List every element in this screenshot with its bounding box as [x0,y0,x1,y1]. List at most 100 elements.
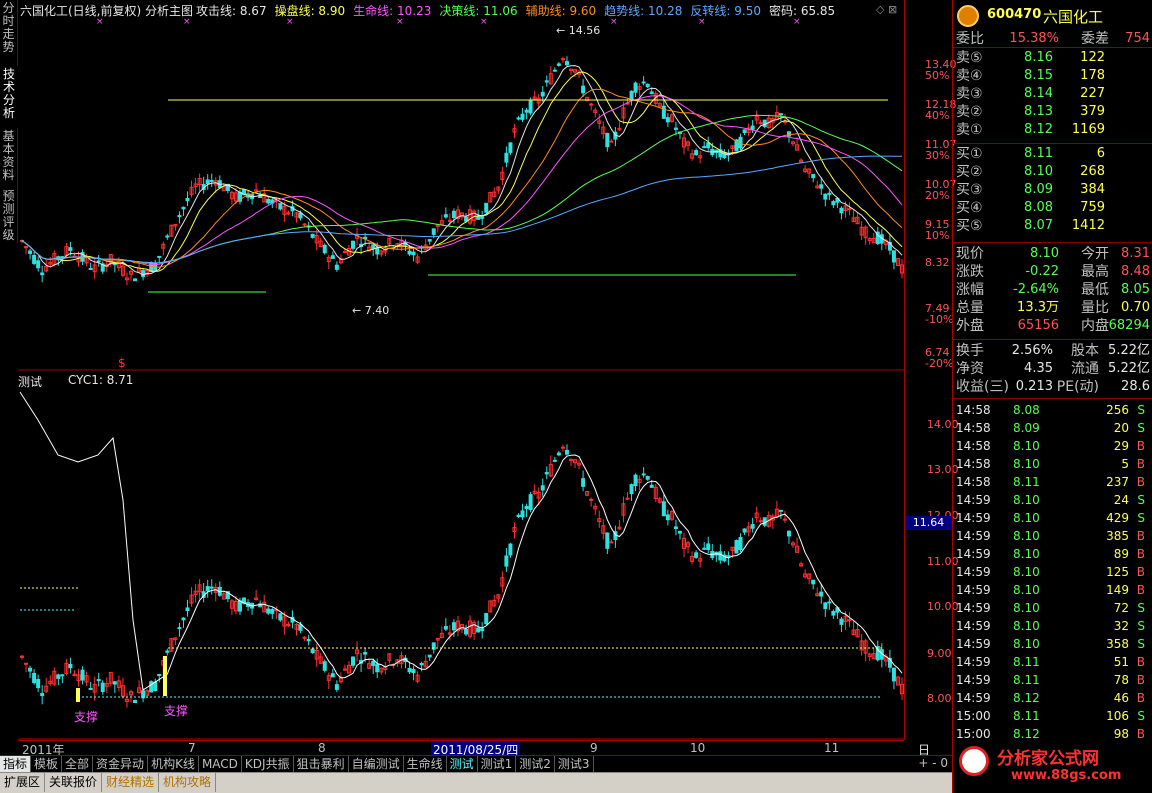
tick-time: 14:59 [956,547,991,561]
order-level[interactable]: 卖④ 8.15 178 [953,67,1152,85]
candle-body [645,476,650,480]
indicator-tab[interactable]: 生命线 [404,756,447,772]
candle-body [823,602,828,610]
order-level[interactable]: 卖③ 8.14 227 [953,85,1152,103]
indicator-tab[interactable]: 机构K线 [148,756,199,772]
order-level[interactable]: 买③ 8.09 384 [953,181,1152,199]
x-marker: × [793,17,801,27]
indicator-tab[interactable]: KDJ共振 [242,756,294,772]
tick-price: 8.10 [1013,529,1040,543]
side-tab-fundamentals[interactable]: 基本资料 [0,128,18,188]
candle-body [177,627,182,630]
cyc-line [19,391,903,691]
chart-area[interactable]: 六国化工(日线,前复权) 分析主图 攻击线: 8.67 操盘线: 8.90 生命线:… [18,0,904,740]
candle-body [363,652,368,655]
stat-row: 换手 2.56% 股本 5.22亿 [953,342,1152,360]
side-tab-technical[interactable]: 技术分析 [0,66,18,128]
order-level[interactable]: 卖② 8.13 379 [953,103,1152,121]
stat-label: 现价 [956,246,984,262]
candle-body [694,150,699,156]
candle-body [484,202,489,213]
candle-body [633,82,638,93]
candlestick-chart[interactable]: × × × × × × × × ← 14.56 ← 7.40 [18,0,904,740]
candle-body [552,69,557,72]
side-tab-rating[interactable]: 预测评级 [0,188,18,243]
candle-body [782,518,787,521]
tick-price: 8.11 [1013,673,1040,687]
stock-header: 600470 六国化工 [953,0,1152,30]
candle-body [322,661,327,671]
indicator-tab[interactable]: 模板 [31,756,63,772]
indicator-tab[interactable]: 全部 [62,756,94,772]
candle-body [96,679,101,682]
candle-body [476,627,481,633]
candle-body [528,99,533,114]
indicator-tab[interactable]: 测试2 [516,756,555,772]
indicator-tab[interactable]: MACD [199,756,242,772]
candle-body [742,528,747,533]
level-price: 8.09 [1024,182,1053,197]
weibi-label: 委比 [956,31,984,47]
level-volume: 379 [1080,104,1105,119]
candle-body [278,203,283,210]
tick-time: 14:59 [956,619,991,633]
footer-tab[interactable]: 关联报价 [45,773,103,792]
candle-body [726,555,731,558]
candle-body [302,636,307,639]
candle-body [581,478,586,487]
indicator-tab[interactable]: 指标 [0,756,32,772]
tick-side: B [1136,655,1145,669]
tick-volume: 106 [1106,709,1129,723]
order-level[interactable]: 卖⑤ 8.16 122 [953,49,1152,67]
indicator-tab[interactable]: 资金异动 [93,756,149,772]
indicator-tab[interactable]: 自编测试 [349,756,404,772]
stat-value: 8.05 [1121,282,1150,297]
trade-tick: 14:59 8.10 429 S [953,509,1152,527]
side-tab-label: 分时走势 [2,1,15,54]
stat-value: 0.70 [1121,300,1150,315]
month-label: 8 [318,741,326,755]
candle-body [609,541,614,544]
candle-body [181,617,186,621]
order-level[interactable]: 卖① 8.12 1169 [953,121,1152,139]
pct-tick: -20% [925,357,954,370]
indicator-tab[interactable]: 测试 [447,756,478,772]
indicator-tab[interactable]: 测试3 [555,756,594,772]
candle-body [278,613,283,621]
candle-body [556,452,561,456]
footer-tab[interactable]: 财经精选 [102,773,160,792]
candle-body [677,530,682,534]
order-level[interactable]: 买④ 8.08 759 [953,199,1152,217]
footer-tab[interactable]: 机构攻略 [159,773,217,792]
candle-body [411,669,416,674]
stat-label: 涨幅 [956,282,984,298]
level-label: 买③ [956,182,983,198]
indicator-tab[interactable]: 狙击暴利 [294,756,349,772]
candle-body [839,207,844,214]
side-tab-intraday[interactable]: 分时走势 [0,0,18,66]
stat-row: 净资 4.35 流通 5.22亿 [953,360,1152,378]
trade-tick: 14:58 8.10 29 B [953,437,1152,455]
footer-tab[interactable]: 扩展区 [0,773,46,792]
order-level[interactable]: 买⑤ 8.07 1412 [953,217,1152,235]
candle-body [371,244,376,250]
order-level[interactable]: 买② 8.10 268 [953,163,1152,181]
month-label: 10 [690,741,706,755]
tick-time: 14:58 [956,421,991,435]
level-price: 8.16 [1024,50,1053,65]
stat-value: 8.31 [1121,246,1150,261]
indicator-tab[interactable]: 测试1 [478,756,517,772]
order-level[interactable]: 买① 8.11 6 [953,145,1152,163]
stat-label: 量比 [1081,300,1109,316]
candle-body [544,472,549,475]
zoom-controls[interactable]: + - 0 [918,756,948,770]
low-annotation: ← 7.40 [352,304,389,317]
tick-volume: 358 [1106,637,1129,651]
candle-body [589,498,594,501]
moving-average-line [21,155,903,264]
candle-body [427,239,432,242]
trade-tick: 14:59 8.12 46 B [953,689,1152,707]
stock-code: 600470 [987,7,1042,22]
stat-label: 涨跌 [956,264,984,280]
candle-body [112,681,117,685]
